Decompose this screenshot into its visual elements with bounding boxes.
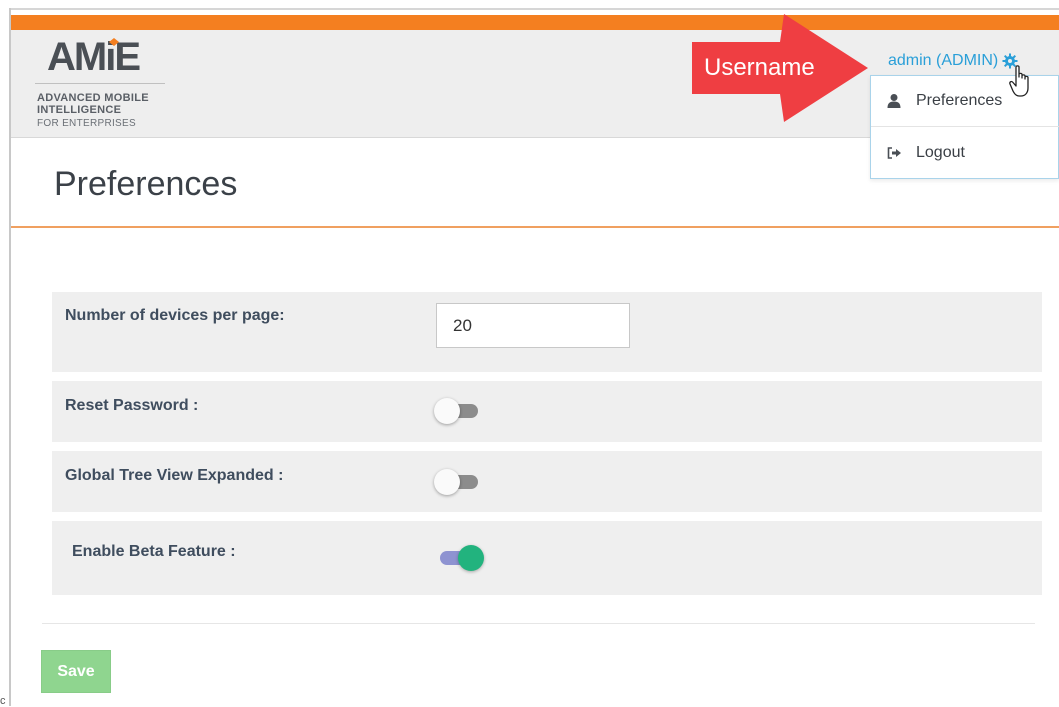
title-divider <box>11 226 1059 228</box>
save-button[interactable]: Save <box>41 650 111 693</box>
devices-per-page-label: Number of devices per page: <box>65 307 285 324</box>
corner-text: c <box>0 695 6 707</box>
page-title: Preferences <box>54 165 238 203</box>
logo-divider <box>35 83 165 84</box>
global-tree-view-label: Global Tree View Expanded : <box>65 467 284 484</box>
menu-item-logout[interactable]: Logout <box>871 128 1059 178</box>
hand-cursor-icon <box>1009 65 1029 97</box>
setting-row-global-tree-view: Global Tree View Expanded : <box>52 451 1042 512</box>
toggle-knob <box>434 469 460 495</box>
logo-tagline-1: ADVANCED MOBILE <box>37 92 149 104</box>
logo-tagline-2: INTELLIGENCE <box>37 104 122 116</box>
amie-wordmark: AMiE <box>47 36 142 76</box>
logo-tagline-3: FOR ENTERPRISES <box>37 118 136 129</box>
amie-logo[interactable]: AMiE ADVANCED MOBILE INTELLIGENCE FOR EN… <box>31 32 171 136</box>
user-icon <box>887 94 901 108</box>
beta-feature-label: Enable Beta Feature : <box>72 543 236 560</box>
setting-row-beta-feature: Enable Beta Feature : <box>52 521 1042 595</box>
brand-accent-bar <box>11 15 1059 30</box>
callout-label: Username <box>704 54 815 81</box>
toggle-knob <box>458 545 484 571</box>
window-top-border <box>9 8 1059 10</box>
form-footer-divider <box>42 623 1035 624</box>
setting-row-reset-password: Reset Password : <box>52 381 1042 442</box>
menu-item-label: Preferences <box>916 92 1003 109</box>
devices-per-page-input[interactable]: 20 <box>436 303 630 348</box>
menu-item-label: Logout <box>916 144 965 161</box>
username-label[interactable]: admin (ADMIN) <box>888 52 998 70</box>
user-menu-toggle[interactable]: admin (ADMIN) <box>888 52 1018 70</box>
beta-feature-toggle[interactable] <box>436 543 484 573</box>
logout-icon <box>887 147 901 159</box>
reset-password-toggle[interactable] <box>434 396 482 426</box>
svg-text:AMiE: AMiE <box>47 36 140 76</box>
global-tree-view-toggle[interactable] <box>434 467 482 497</box>
toggle-knob <box>434 398 460 424</box>
setting-row-devices-per-page: Number of devices per page: 20 <box>52 292 1042 372</box>
reset-password-label: Reset Password : <box>65 397 199 414</box>
